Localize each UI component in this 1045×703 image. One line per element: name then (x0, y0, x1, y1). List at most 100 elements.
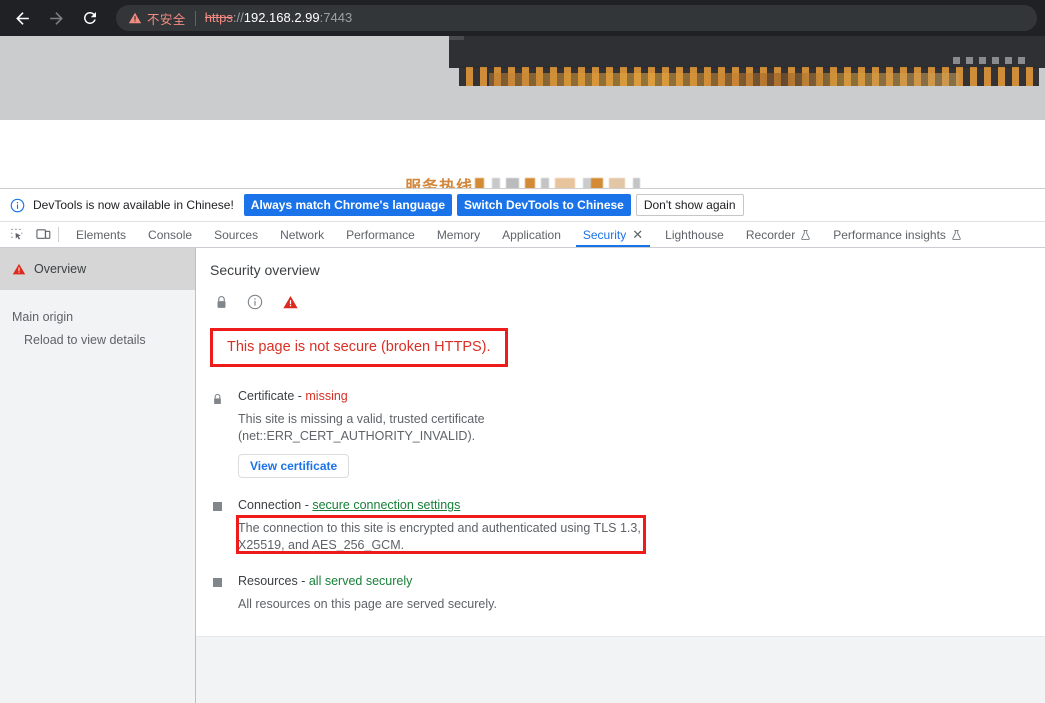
tab-label: Lighthouse (665, 227, 724, 242)
section-state: all served securely (308, 574, 413, 588)
tabstrip-divider (58, 227, 59, 242)
section-icon (210, 389, 224, 478)
back-button[interactable] (8, 4, 36, 32)
view-certificate-button[interactable]: View certificate (238, 454, 350, 478)
sidebar-group-main-origin: Main origin (12, 310, 74, 324)
section-connection: Connection - secure connection settings … (210, 498, 1045, 554)
experiment-flask-icon (801, 229, 810, 240)
sidebar-item-overview[interactable]: Overview (0, 248, 195, 290)
device-toolbar-toggle-button[interactable] (30, 222, 56, 247)
sidebar-item-reload-to-view-details[interactable]: Reload to view details (0, 324, 195, 347)
section-heading-label: Connection - (238, 498, 313, 512)
forward-button[interactable] (42, 4, 70, 32)
info-icon (247, 294, 263, 310)
back-arrow-icon (15, 11, 29, 25)
section-description: This site is missing a valid, trusted ce… (238, 412, 485, 443)
tab-sources[interactable]: Sources (203, 222, 269, 247)
section-description: The connection to this site is encrypted… (238, 521, 641, 552)
browser-toolbar: 不安全 https://192.168.2.99:7443 (0, 0, 1045, 36)
url-text: https://192.168.2.99:7443 (205, 5, 352, 31)
lock-icon (213, 393, 221, 405)
section-description: All resources on this page are served se… (238, 597, 497, 611)
section-icon (210, 574, 224, 613)
close-icon[interactable]: ✕ (632, 228, 643, 241)
section-heading: Connection - secure connection settings (238, 498, 1045, 512)
tab-lighthouse[interactable]: Lighthouse (654, 222, 735, 247)
section-heading-label: Resources - (238, 574, 309, 588)
devtools-tabstrip: Elements Console Sources Network Perform… (0, 222, 1045, 248)
url-host: 192.168.2.99 (243, 10, 320, 25)
device-toggle-icon (35, 229, 50, 239)
page-viewport: 服务热线 (0, 36, 1045, 188)
address-bar[interactable]: 不安全 https://192.168.2.99:7443 (116, 5, 1037, 31)
dont-show-again-button[interactable]: Don't show again (635, 194, 744, 216)
security-summary-text: This page is not secure (broken HTTPS). (227, 339, 491, 355)
tab-label: Memory (436, 227, 481, 242)
warning-triangle-icon (283, 296, 298, 309)
warning-triangle-icon (12, 263, 26, 275)
sidebar-overview-label: Overview (34, 262, 87, 276)
main-footer-spacer (196, 636, 1045, 703)
secure-connection-settings-link[interactable]: secure connection settings (312, 498, 460, 512)
tab-network[interactable]: Network (269, 222, 335, 247)
section-heading-label: Certificate - (238, 389, 306, 403)
tab-performance-insights[interactable]: Performance insights (822, 222, 973, 247)
square-icon (212, 502, 222, 511)
hero-dot-row (953, 57, 1025, 64)
page-hero-banner (449, 36, 1045, 86)
tab-performance[interactable]: Performance (335, 222, 426, 247)
tab-recorder[interactable]: Recorder (735, 222, 822, 247)
square-icon (212, 578, 222, 587)
omnibox-divider (194, 10, 196, 26)
not-secure-warning-icon (128, 11, 142, 25)
security-overview-main: Security overview This page is not secur… (196, 248, 1045, 703)
page-title: Security overview (210, 262, 320, 278)
inspect-cursor-icon (11, 228, 23, 240)
forward-arrow-icon (49, 11, 63, 25)
lock-icon (217, 295, 226, 308)
always-match-chrome-language-button[interactable]: Always match Chrome's language (243, 194, 453, 216)
reload-button[interactable] (76, 4, 104, 32)
tab-security[interactable]: Security ✕ (572, 222, 654, 247)
hero-dark-bar (449, 36, 1045, 68)
tab-label: Elements (76, 227, 127, 242)
tab-label: Sources (214, 227, 259, 242)
info-icon (10, 198, 25, 213)
tab-label: Application (502, 227, 561, 242)
service-hotline: 服务热线 (0, 173, 1045, 188)
devtools-body: Overview Main origin Reload to view deta… (0, 248, 1045, 703)
language-notice-text: DevTools is now available in Chinese! (33, 198, 234, 212)
devtools-language-notice: DevTools is now available in Chinese! Al… (0, 189, 1045, 222)
reload-icon (83, 11, 96, 24)
devtools-panel: DevTools is now available in Chinese! Al… (0, 188, 1045, 703)
tab-application[interactable]: Application (491, 222, 572, 247)
tab-elements[interactable]: Elements (65, 222, 137, 247)
url-separator: :// (232, 10, 244, 25)
not-secure-label: 不安全 (147, 12, 186, 27)
tab-label: Console (148, 227, 193, 242)
section-icon (210, 498, 224, 554)
section-certificate: Certificate - missing This site is missi… (210, 389, 1045, 478)
tab-label: Recorder (745, 227, 796, 242)
inspect-element-button[interactable] (4, 222, 30, 247)
security-sidebar: Overview Main origin Reload to view deta… (0, 248, 196, 703)
url-port: :7443 (319, 10, 353, 25)
security-state-icon-row (210, 294, 1045, 310)
hero-notch (449, 36, 464, 40)
url-scheme: https (204, 10, 233, 25)
tab-memory[interactable]: Memory (426, 222, 491, 247)
tab-label: Network (280, 227, 325, 242)
tab-label: Security (582, 227, 627, 242)
tab-console[interactable]: Console (137, 222, 203, 247)
switch-devtools-to-chinese-button[interactable]: Switch DevTools to Chinese (457, 194, 631, 216)
section-heading: Resources - all served securely (238, 574, 1045, 588)
hero-pixelated-image (459, 67, 1039, 86)
section-state: missing (305, 389, 348, 403)
section-heading: Certificate - missing (238, 389, 1045, 403)
service-hotline-label: 服务热线 (404, 179, 473, 188)
section-resources: Resources - all served securely All reso… (210, 574, 1045, 613)
experiment-flask-icon (952, 229, 961, 240)
security-summary-callout: This page is not secure (broken HTTPS). (210, 328, 508, 367)
tab-label: Performance (346, 227, 415, 242)
tab-label: Performance insights (833, 227, 946, 242)
